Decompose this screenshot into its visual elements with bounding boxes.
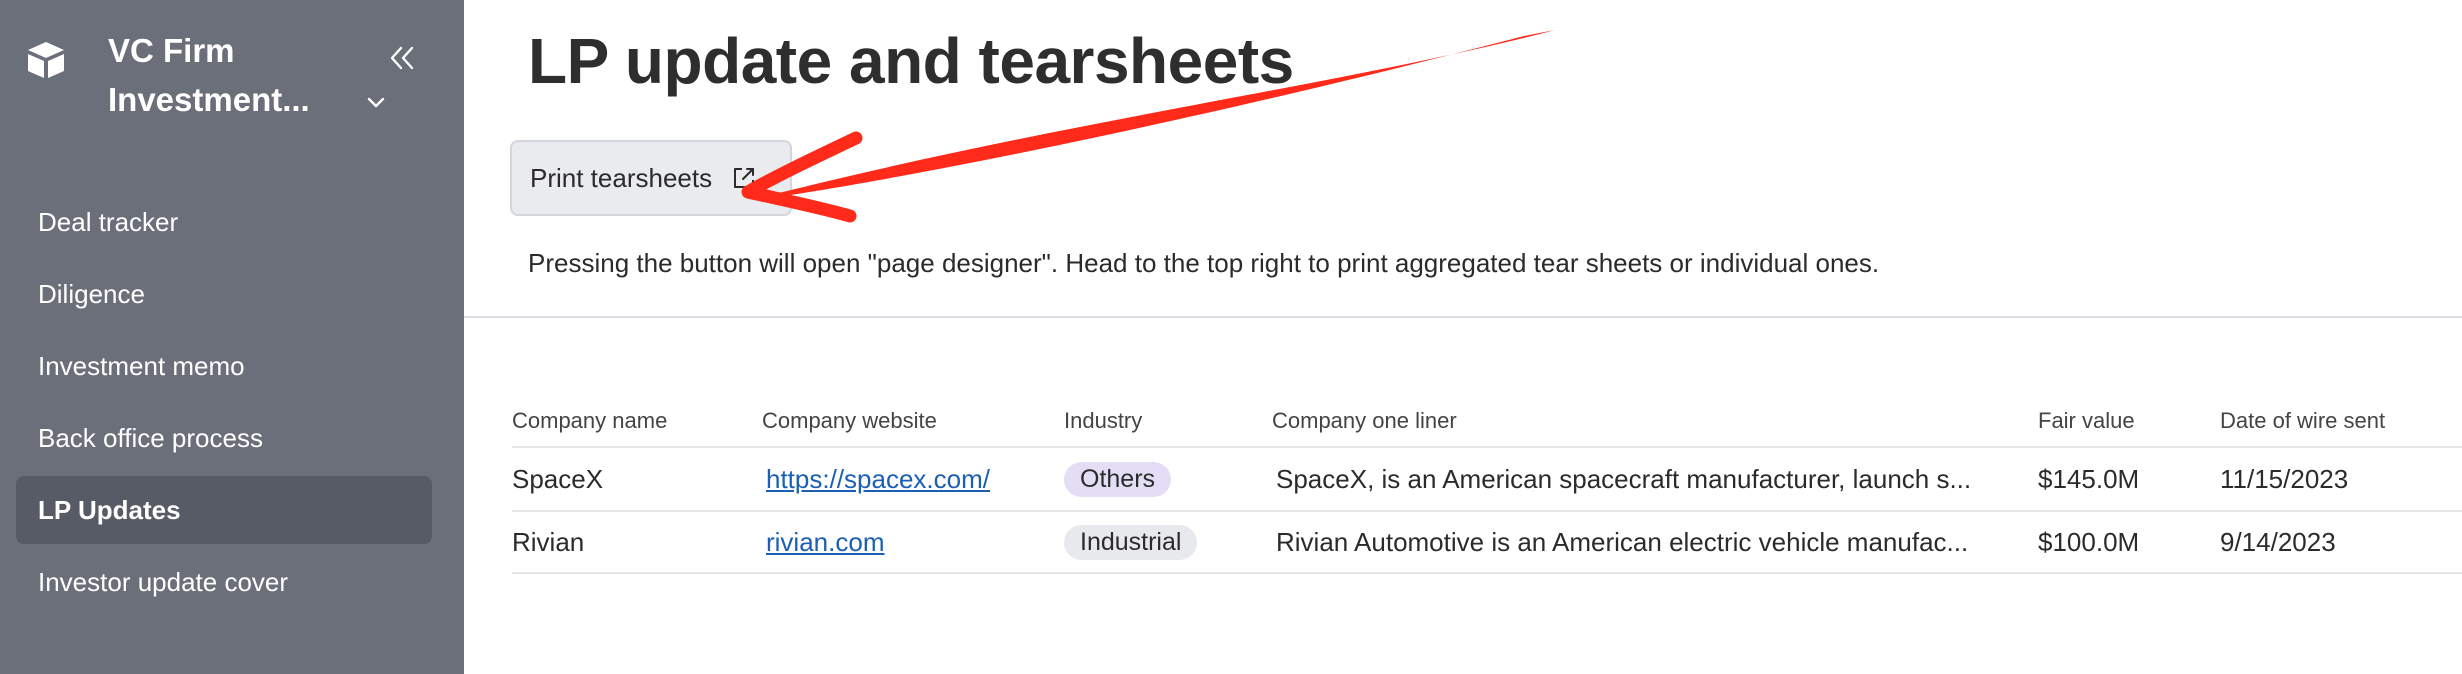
double-chevron-left-icon[interactable] xyxy=(384,40,420,76)
workspace-name: VC Firm Investment... xyxy=(108,32,310,118)
wire-date: 11/15/2023 xyxy=(2220,463,2349,494)
company-one-liner: SpaceX, is an American spacecraft manufa… xyxy=(1276,463,1972,494)
sidebar: VC Firm Investment... Deal tracker Dilig… xyxy=(0,0,464,674)
print-tearsheets-label: Print tearsheets xyxy=(530,162,713,193)
wire-date: 9/14/2023 xyxy=(2220,526,2336,557)
column-header-company-name[interactable]: Company name xyxy=(512,408,762,434)
company-name: Rivian xyxy=(512,526,585,557)
sidebar-item-label: Investor update cover xyxy=(38,566,289,597)
company-website-link[interactable]: https://spacex.com/ xyxy=(766,464,990,494)
column-header-one-liner[interactable]: Company one liner xyxy=(1272,408,2038,434)
page-title: LP update and tearsheets xyxy=(528,25,1294,97)
sidebar-item-investor-update-cover[interactable]: Investor update cover xyxy=(16,548,432,616)
sidebar-item-label: Deal tracker xyxy=(38,206,179,237)
main-content: LP update and tearsheets Print tearsheet… xyxy=(464,0,2462,674)
sidebar-nav: Deal tracker Diligence Investment memo B… xyxy=(16,188,432,620)
app: VC Firm Investment... Deal tracker Dilig… xyxy=(0,0,2462,674)
sidebar-item-lp-updates[interactable]: LP Updates xyxy=(16,476,432,544)
box-logo-icon xyxy=(28,42,64,78)
table-header: Company name Company website Industry Co… xyxy=(512,396,2462,446)
fair-value: $145.0M xyxy=(2038,463,2140,494)
table-row[interactable]: SpaceX https://spacex.com/ Others SpaceX… xyxy=(512,446,2462,510)
companies-table: Company name Company website Industry Co… xyxy=(512,396,2462,574)
table-row[interactable]: Rivian rivian.com Industrial Rivian Auto… xyxy=(512,510,2462,574)
sidebar-item-label: Investment memo xyxy=(38,350,245,381)
industry-tag: Industrial xyxy=(1064,524,1198,560)
help-text: Pressing the button will open "page desi… xyxy=(528,248,1880,278)
sidebar-item-label: Back office process xyxy=(38,422,263,453)
print-tearsheets-button[interactable]: Print tearsheets xyxy=(510,140,792,216)
company-name: SpaceX xyxy=(512,463,604,494)
external-link-icon xyxy=(734,168,755,188)
company-website-link[interactable]: rivian.com xyxy=(766,527,884,557)
column-header-fair-value[interactable]: Fair value xyxy=(2038,408,2220,434)
company-one-liner: Rivian Automotive is an American electri… xyxy=(1276,526,1969,557)
column-header-wire-date[interactable]: Date of wire sent xyxy=(2220,408,2462,434)
chevron-down-icon[interactable] xyxy=(364,90,388,114)
fair-value: $100.0M xyxy=(2038,526,2140,557)
sidebar-item-diligence[interactable]: Diligence xyxy=(16,260,432,328)
sidebar-item-label: LP Updates xyxy=(38,494,181,525)
column-header-industry[interactable]: Industry xyxy=(1064,408,1272,434)
industry-tag: Others xyxy=(1064,461,1172,497)
sidebar-item-back-office-process[interactable]: Back office process xyxy=(16,404,432,472)
divider xyxy=(464,316,2462,318)
workspace-switcher[interactable]: VC Firm Investment... xyxy=(24,26,444,126)
column-header-company-website[interactable]: Company website xyxy=(762,408,1064,434)
sidebar-item-investment-memo[interactable]: Investment memo xyxy=(16,332,432,400)
sidebar-item-label: Diligence xyxy=(38,278,145,309)
sidebar-item-deal-tracker[interactable]: Deal tracker xyxy=(16,188,432,256)
